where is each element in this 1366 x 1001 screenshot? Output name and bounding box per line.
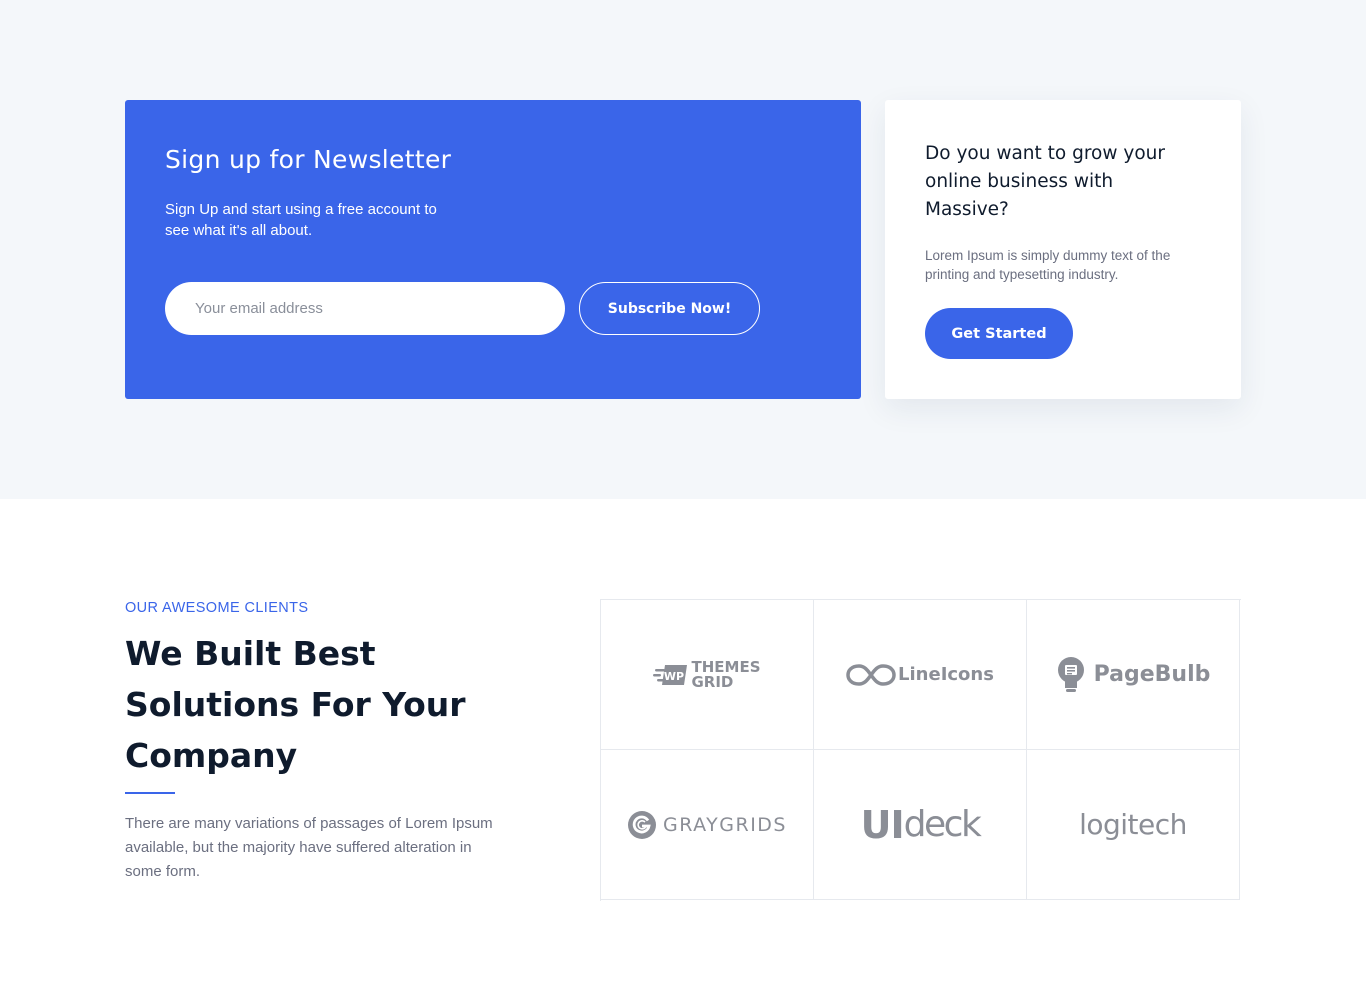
uideck-ui-text: UI [860,802,905,847]
client-logo-cell: PageBulb [1027,600,1240,750]
client-logo-cell: UI deck [814,750,1027,900]
clients-description: There are many variations of passages of… [125,815,493,880]
newsletter-card: Sign up for Newsletter Sign Up and start… [125,100,861,399]
newsletter-title: Sign up for Newsletter [165,145,452,174]
graygrids-g-icon [627,810,656,839]
uideck-logo: UI deck [860,802,982,847]
clients-title: We Built Best Solutions For Your Company [125,634,466,775]
speed-lines-icon: WP [653,664,688,685]
logitech-logo: logitech [1079,808,1187,841]
lineicons-logo: LineIcons [846,662,994,688]
logo-line-2: GRID [691,672,734,691]
cta-title: Do you want to grow your online business… [925,143,1165,220]
client-logo-cell: WP THEMES GRID [601,600,814,750]
grow-business-card: Do you want to grow your online business… [885,100,1241,399]
pagebulb-logo: PageBulb [1056,656,1211,694]
logitech-text: logitech [1079,808,1187,841]
uideck-deck-text: deck [903,804,982,845]
client-logo-cell: LineIcons [814,600,1027,750]
title-divider [125,792,175,794]
graygrids-text: GRAYGRIDS [662,813,787,836]
client-logo-grid: WP THEMES GRID LineIcons PageBulb GRAYGR… [600,599,1241,901]
lineicons-text: LineIcons [898,664,994,685]
email-input[interactable] [165,282,565,335]
client-logo-cell: logitech [1027,750,1240,900]
newsletter-description: Sign Up and start using a free account t… [165,201,437,239]
pagebulb-text: PageBulb [1093,662,1211,687]
infinity-icon [846,663,896,686]
wp-themes-grid-logo: WP THEMES GRID [653,659,761,691]
wp-badge-text: WP [664,670,684,683]
get-started-button[interactable]: Get Started [925,308,1073,359]
cta-description: Lorem Ipsum is simply dummy text of the … [925,248,1171,282]
subscribe-form: Subscribe Now! [165,282,760,335]
subscribe-button[interactable]: Subscribe Now! [579,282,760,335]
clients-eyebrow: OUR AWESOME CLIENTS [125,600,309,616]
lightbulb-icon [1057,656,1084,692]
graygrids-logo: GRAYGRIDS [627,810,787,840]
client-logo-cell: GRAYGRIDS [601,750,814,900]
newsletter-section: Sign up for Newsletter Sign Up and start… [0,0,1366,499]
